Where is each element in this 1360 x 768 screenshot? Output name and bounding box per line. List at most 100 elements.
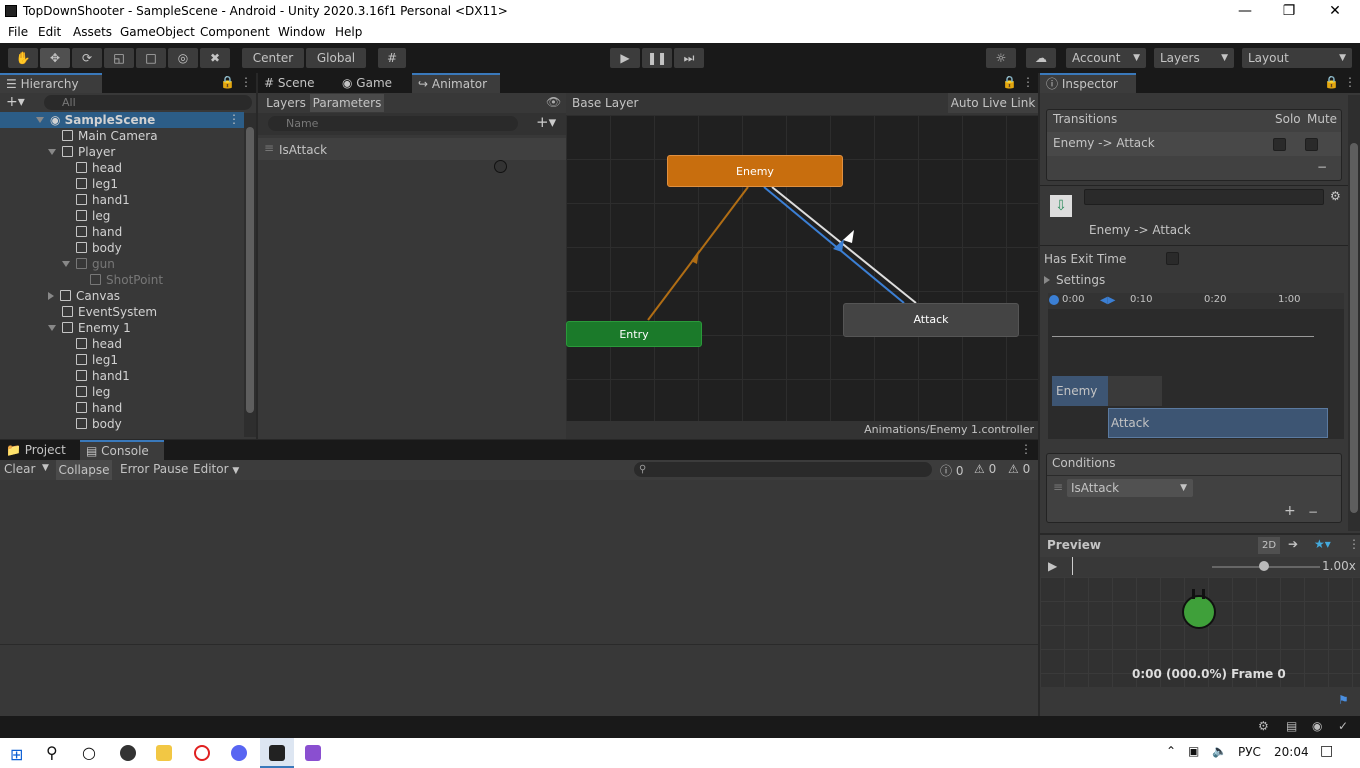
add-parameter-button[interactable]: +▾ [536, 113, 556, 131]
list-item[interactable]: Canvas [48, 288, 120, 304]
expand-icon[interactable] [48, 325, 56, 331]
more-icon[interactable]: ⋮ [1348, 537, 1360, 551]
unity-hub-icon[interactable] [120, 745, 136, 761]
preview-play-button[interactable]: ▶ [1048, 559, 1057, 573]
database-icon[interactable]: ▤ [1286, 719, 1297, 733]
menu-assets[interactable]: Assets [73, 25, 112, 39]
list-item[interactable]: gun [62, 256, 115, 272]
mute-checkbox[interactable] [1305, 138, 1318, 151]
animator-graph[interactable]: Enemy Attack Entry [566, 115, 1038, 421]
expand-icon[interactable] [48, 149, 56, 155]
state-enemy[interactable]: Enemy [667, 155, 843, 187]
list-item[interactable]: EventSystem [62, 304, 157, 320]
chevron-down-icon[interactable]: ▼ [42, 463, 49, 473]
list-item[interactable]: hand1 [76, 192, 130, 208]
scrollbar-thumb[interactable] [1350, 143, 1358, 513]
network-icon[interactable]: ▣ [1188, 744, 1199, 758]
parameter-name[interactable]: IsAttack [279, 143, 327, 157]
maximize-icon[interactable]: ❐ [1266, 0, 1312, 23]
preview-viewport[interactable]: 0:00 (000.0%) Frame 0 [1040, 577, 1360, 687]
condition-dropdown[interactable]: IsAttack ▼ [1067, 479, 1193, 497]
tab-scene[interactable]: # Scene [258, 73, 336, 93]
state-attack[interactable]: Attack [843, 303, 1019, 337]
services-icon[interactable]: ☼ [986, 48, 1016, 68]
scale-tool-icon[interactable]: ◱ [104, 48, 134, 68]
rotate-tool-icon[interactable]: ⟳ [72, 48, 102, 68]
attack-clip-bar[interactable]: Attack [1108, 408, 1328, 438]
hierarchy-scrollbar[interactable] [244, 113, 256, 437]
list-item[interactable]: leg [76, 384, 110, 400]
add-condition-button[interactable]: + [1284, 503, 1296, 519]
tab-inspector[interactable]: ⓘ Inspector [1040, 73, 1136, 93]
file-explorer-icon[interactable] [156, 745, 172, 761]
error-pause-button[interactable]: Error Pause [120, 462, 188, 476]
breadcrumb[interactable]: Base Layer [572, 96, 639, 110]
tab-animator[interactable]: ↪ Animator [412, 73, 500, 93]
more-icon[interactable]: ⋮ [1020, 442, 1032, 456]
clear-button[interactable]: Clear [4, 462, 35, 476]
tab-hierarchy[interactable]: ☰ Hierarchy [0, 73, 102, 93]
solo-checkbox[interactable] [1273, 138, 1286, 151]
more-icon[interactable]: ⋮ [240, 75, 252, 89]
language-indicator[interactable]: РУС [1238, 745, 1261, 759]
play-button[interactable]: ▶ [610, 48, 640, 68]
pivot-global-button[interactable]: Global [306, 48, 366, 68]
list-item[interactable]: leg1 [76, 176, 118, 192]
windows-start-icon[interactable]: ⊞ [10, 745, 23, 764]
account-dropdown[interactable]: Account ▼ [1066, 48, 1146, 68]
visual-studio-icon[interactable] [305, 745, 321, 761]
list-item[interactable]: leg1 [76, 352, 118, 368]
menu-component[interactable]: Component [200, 25, 270, 39]
more-icon[interactable]: ⋮ [1344, 75, 1356, 89]
close-icon[interactable]: ✕ [1312, 0, 1358, 23]
pivot-center-button[interactable]: Center [242, 48, 304, 68]
list-item[interactable]: hand [76, 400, 122, 416]
volume-icon[interactable]: 🔈 [1212, 744, 1227, 758]
trigger-toggle[interactable] [494, 160, 507, 173]
has-exit-time-checkbox[interactable] [1166, 252, 1179, 265]
error-count[interactable]: ⚠ 0 [1008, 462, 1030, 476]
list-item[interactable]: hand1 [76, 368, 130, 384]
layers-tab[interactable]: Layers [262, 94, 310, 112]
yandex-browser-icon[interactable] [194, 745, 210, 761]
notifications-icon[interactable]: □ [1320, 743, 1333, 759]
hand-tool-icon[interactable]: ✋ [8, 48, 38, 68]
menu-help[interactable]: Help [335, 25, 362, 39]
tab-game[interactable]: ◉ Game [336, 73, 412, 93]
drag-handle-icon[interactable]: ≡ [264, 141, 274, 155]
step-button[interactable]: ⏭ [674, 48, 704, 68]
parameters-tab[interactable]: Parameters [310, 94, 384, 112]
status-check-icon[interactable]: ✓ [1338, 719, 1348, 733]
speed-slider-thumb[interactable] [1259, 561, 1269, 571]
scrollbar-thumb[interactable] [246, 127, 254, 413]
tab-console[interactable]: ▤ Console [80, 440, 164, 460]
start-marker-icon[interactable] [1049, 295, 1059, 305]
search-icon[interactable]: ⚲ [46, 743, 58, 762]
list-item[interactable]: ShotPoint [90, 272, 163, 288]
discord-icon[interactable] [231, 745, 247, 761]
lock-icon[interactable]: 🔒 [220, 75, 235, 89]
list-item[interactable]: Enemy 1 [48, 320, 131, 336]
add-icon[interactable]: +▾ [6, 94, 25, 110]
info-count[interactable]: ⓘ 0 [940, 462, 963, 479]
menu-window[interactable]: Window [278, 25, 325, 39]
move-tool-icon[interactable]: ✥ [40, 48, 70, 68]
list-item[interactable]: hand [76, 224, 122, 240]
rect-tool-icon[interactable]: □ [136, 48, 166, 68]
state-entry[interactable]: Entry [566, 321, 702, 347]
list-item[interactable]: leg [76, 208, 110, 224]
pivot-icon[interactable]: ➔ [1288, 537, 1298, 551]
settings-foldout[interactable]: Settings [1044, 273, 1105, 287]
list-item[interactable]: body [76, 240, 122, 256]
editor-dropdown[interactable]: Editor ▼ [193, 462, 239, 476]
list-item[interactable]: head [76, 160, 122, 176]
cloud-icon[interactable]: ☁ [1026, 48, 1056, 68]
avatar-icon[interactable]: ★▾ [1314, 537, 1331, 551]
list-item[interactable]: Main Camera [62, 128, 158, 144]
transition-timeline[interactable]: 0:00 0:10 0:20 1:00 ◀▶ Enemy Attack [1048, 293, 1344, 439]
transform-tool-icon[interactable]: ◎ [168, 48, 198, 68]
drag-handle-icon[interactable]: ≡ [1053, 480, 1063, 494]
pause-button[interactable]: ❚❚ [642, 48, 672, 68]
task-view-icon[interactable]: ○ [82, 743, 96, 762]
console-search-input[interactable]: ⚲ [634, 462, 932, 477]
